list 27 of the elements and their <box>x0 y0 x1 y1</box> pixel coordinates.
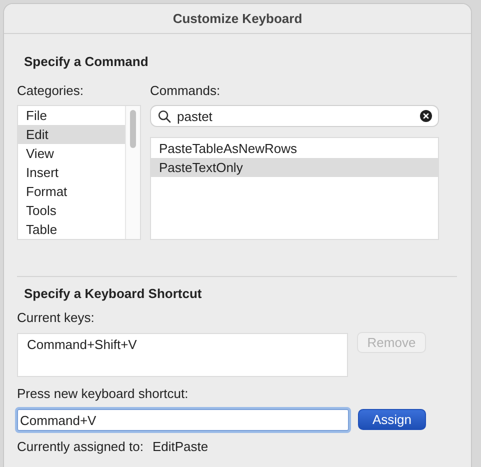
scrollbar[interactable] <box>125 106 140 239</box>
command-item[interactable]: PasteTableAsNewRows <box>151 139 438 158</box>
category-item[interactable]: Table <box>18 220 125 239</box>
assigned-label: Currently assigned to: <box>17 439 144 454</box>
command-item[interactable]: PasteTextOnly <box>151 158 438 177</box>
assigned-command: EditPaste <box>152 439 208 454</box>
key-item[interactable]: Command+Shift+V <box>27 337 338 352</box>
window-title: Customize Keyboard <box>172 11 302 26</box>
category-item[interactable]: Edit <box>18 125 125 144</box>
assign-button[interactable]: Assign <box>358 409 426 430</box>
scroll-thumb[interactable] <box>130 110 136 148</box>
category-item[interactable]: File <box>18 106 125 125</box>
search-bar[interactable]: pastet <box>150 105 439 127</box>
category-item[interactable]: Format <box>18 182 125 201</box>
current-keys-label: Current keys: <box>17 310 94 325</box>
category-item[interactable]: Tools <box>18 201 125 220</box>
section-heading: Specify a Command <box>24 54 150 69</box>
new-shortcut-label: Press new keyboard shortcut: <box>17 386 188 401</box>
category-item[interactable]: View <box>18 144 125 163</box>
search-icon <box>158 110 171 122</box>
section-heading: Specify a Keyboard Shortcut <box>24 286 203 301</box>
shortcut-field[interactable]: Command+V <box>17 409 349 431</box>
categories-label: Categories: <box>17 83 84 98</box>
commands-label: Commands: <box>150 83 222 98</box>
search-field[interactable]: pastet <box>177 108 414 124</box>
category-item[interactable]: Insert <box>18 163 125 182</box>
clear-icon[interactable] <box>420 110 432 122</box>
